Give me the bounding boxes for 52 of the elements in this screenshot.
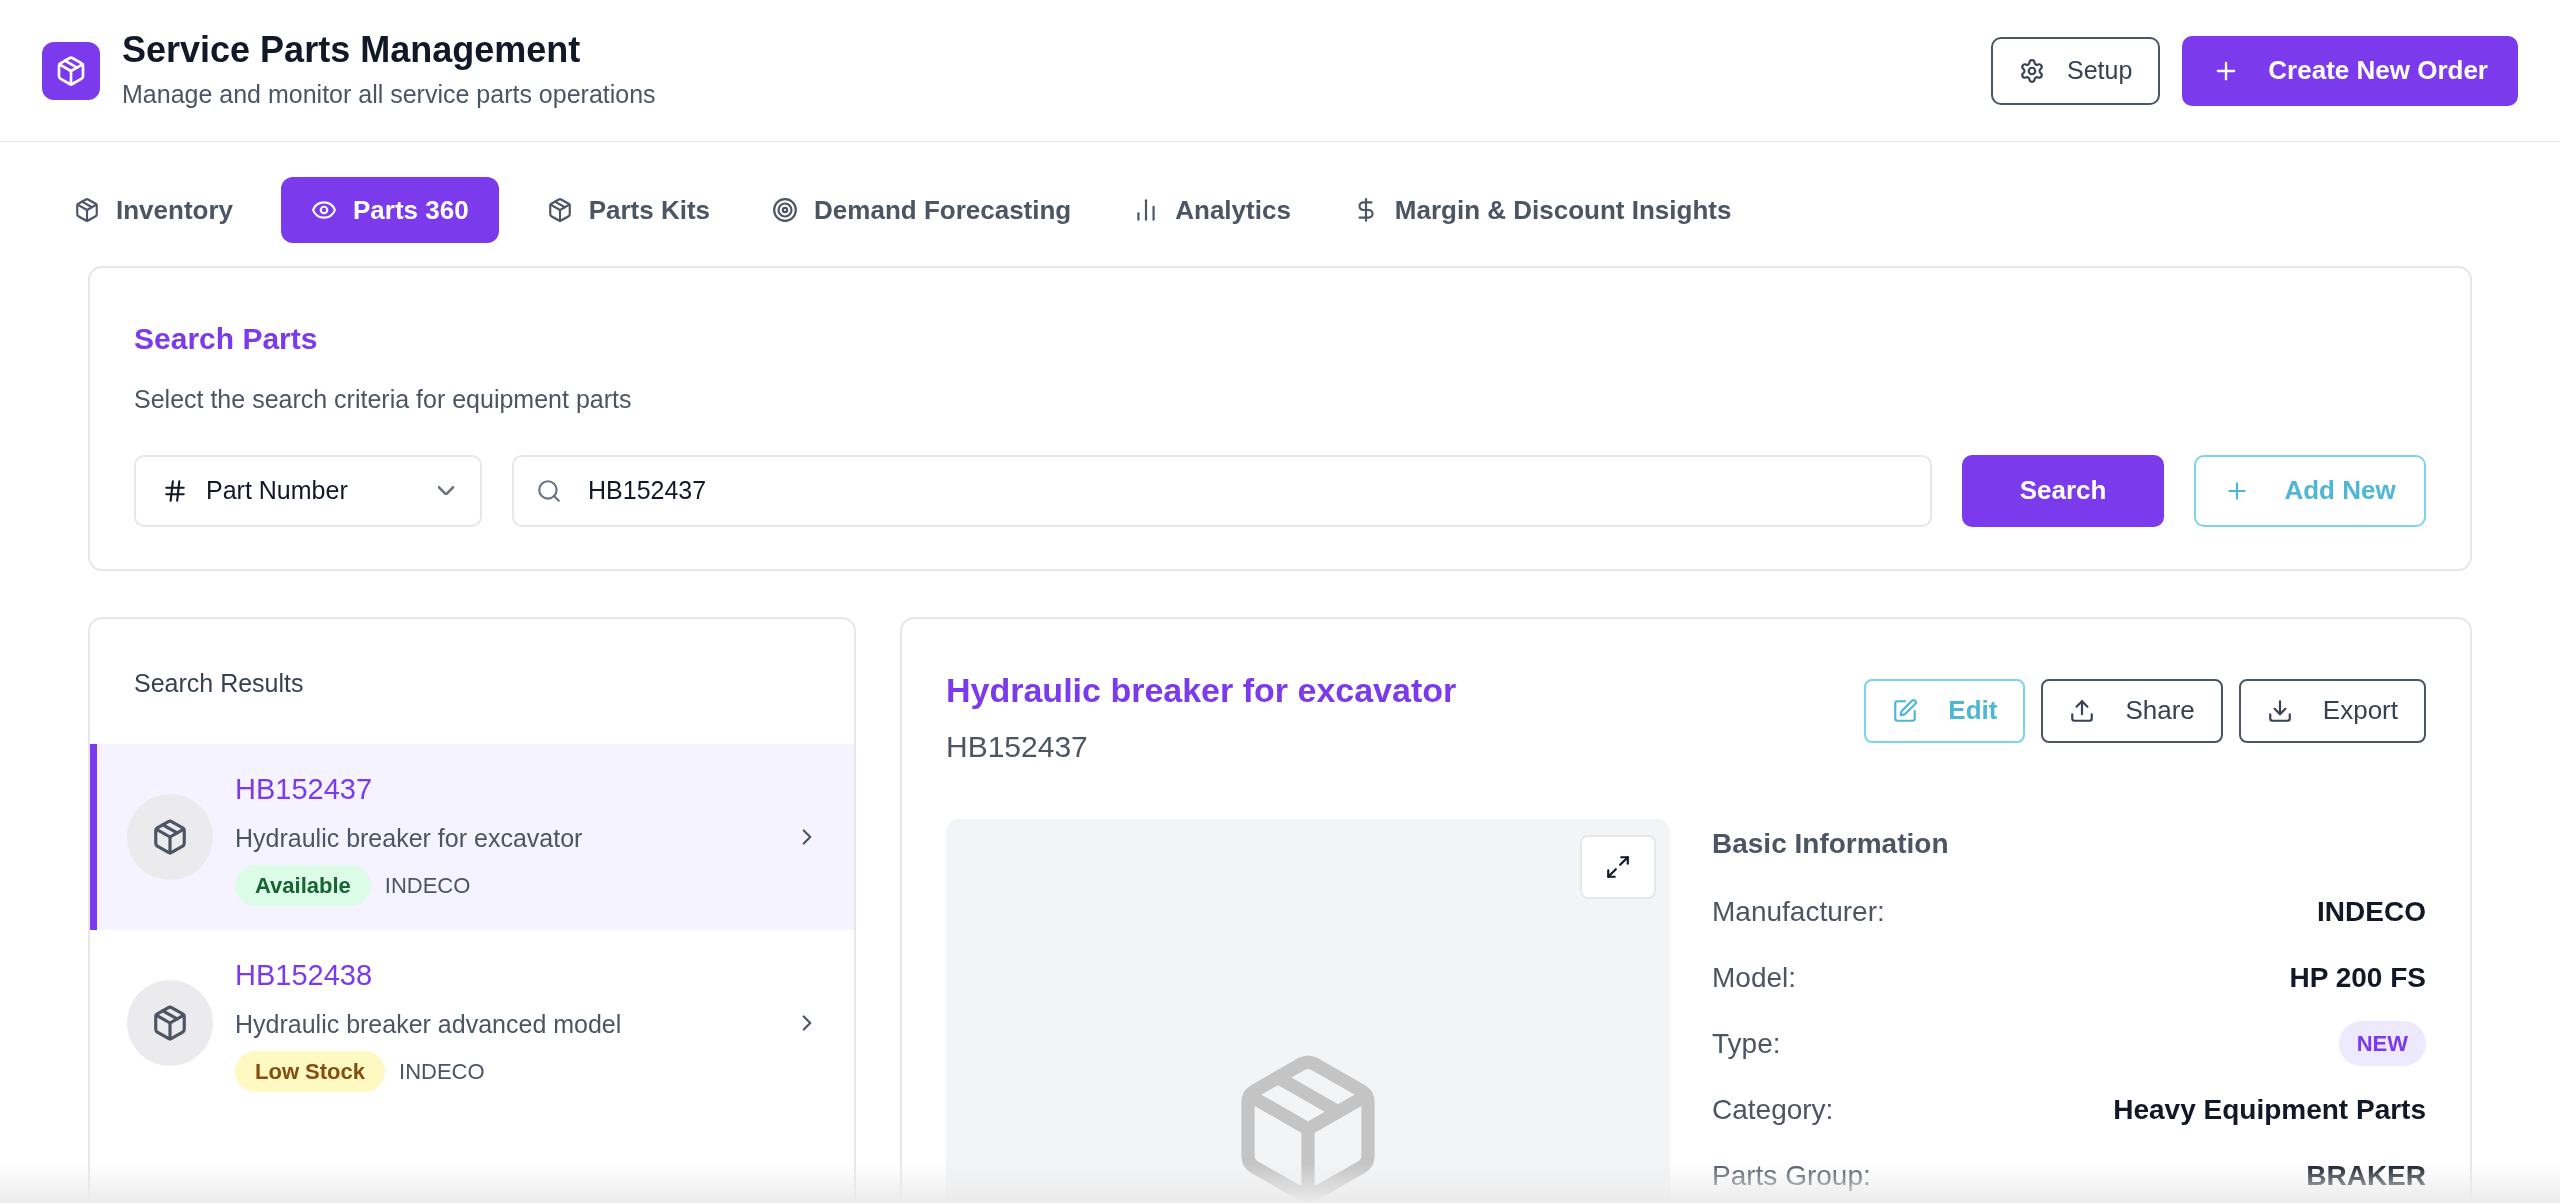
- nav-tab[interactable]: Inventory: [74, 177, 234, 243]
- logo-icon: [42, 41, 100, 100]
- field-label: Parts Group:: [1712, 1158, 1871, 1193]
- search-description: Select the search criteria for equipment parts: [134, 384, 633, 415]
- action-button[interactable]: Export: [2238, 678, 2426, 743]
- basic-info-title: Basic Information: [1712, 826, 1949, 861]
- download-icon: [2266, 697, 2293, 724]
- hash-icon: [162, 477, 188, 504]
- chevron-down-icon: [438, 486, 454, 495]
- create-order-button[interactable]: Create New Order: [2182, 35, 2518, 106]
- expand-button[interactable]: [1580, 834, 1656, 899]
- search-title: Search Parts: [134, 321, 319, 357]
- search-button[interactable]: Search: [1962, 454, 2164, 527]
- nav-tab[interactable]: Analytics: [1133, 177, 1291, 243]
- app-title: Service Parts Management: [122, 28, 582, 73]
- field-label: Manufacturer:: [1712, 894, 1885, 929]
- manufacturer-label: INDECO: [384, 872, 471, 900]
- nav-tab[interactable]: Parts 360: [281, 177, 499, 243]
- part-number: HB152437: [235, 772, 373, 807]
- part-description: Hydraulic breaker advanced model: [235, 1008, 622, 1040]
- nav-tab[interactable]: Margin & Discount Insights: [1352, 177, 1732, 243]
- status-badge: Low Stock: [235, 1051, 385, 1092]
- results-title: Search Results: [133, 667, 305, 699]
- status-badge: Available: [235, 865, 371, 906]
- part-number: HB152437: [946, 728, 1089, 765]
- part-description: Hydraulic breaker for excavator: [235, 822, 583, 854]
- field-label: Type:: [1712, 1026, 1781, 1061]
- settings-icon: [2019, 57, 2045, 84]
- field-value: Heavy Equipment Parts: [2113, 1092, 2426, 1127]
- field-label: Model:: [1712, 960, 1797, 995]
- part-number: HB152438: [235, 958, 373, 993]
- target-icon: [772, 197, 799, 223]
- type-badge: NEW: [2338, 1021, 2426, 1066]
- field-value: BRAKER: [2306, 1158, 2426, 1193]
- nav-tab[interactable]: Demand Forecasting: [772, 177, 1072, 243]
- result-item[interactable]: HB152437 Hydraulic breaker for excavator Available INDECO: [90, 744, 854, 930]
- share-icon: [2069, 697, 2096, 724]
- setup-button[interactable]: Setup: [1991, 36, 2161, 105]
- action-button[interactable]: Share: [2041, 678, 2223, 743]
- manufacturer-label: INDECO: [399, 1058, 485, 1086]
- field-value: HP 200 FS: [2289, 960, 2426, 995]
- part-title: Hydraulic breaker for excavator: [946, 669, 1457, 711]
- box-icon: [74, 197, 100, 223]
- field-value: INDECO: [2317, 894, 2426, 929]
- criteria-select[interactable]: Part Number: [134, 454, 482, 527]
- app-subtitle: Manage and monitor all service parts operations: [122, 79, 656, 111]
- nav-tab[interactable]: Parts Kits: [546, 177, 711, 243]
- expand-icon: [1605, 853, 1631, 880]
- box-icon: [546, 197, 573, 223]
- edit-icon: [1892, 697, 1919, 724]
- search-field[interactable]: HB152437: [512, 454, 1932, 527]
- field-label: Category:: [1712, 1092, 1834, 1127]
